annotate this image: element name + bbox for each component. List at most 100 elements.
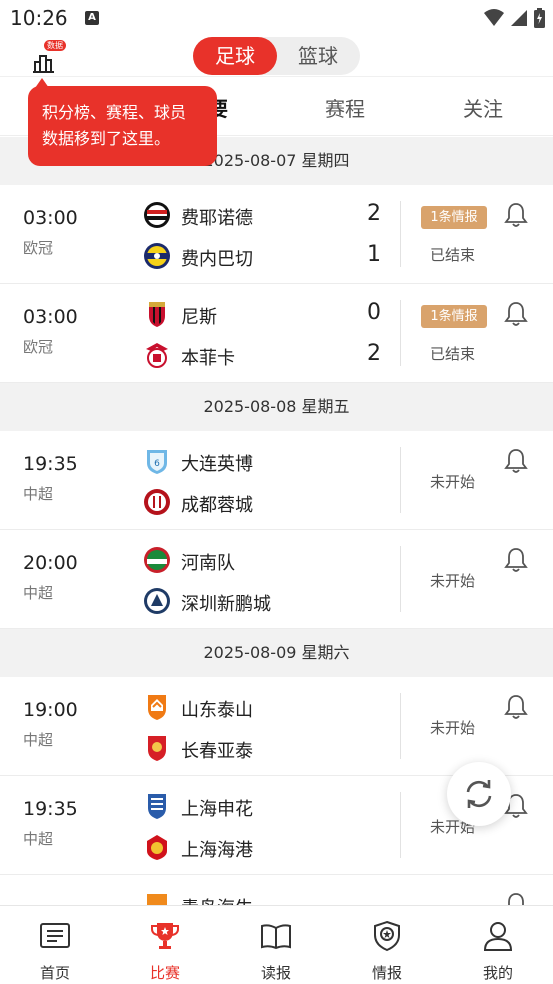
trophy-icon	[151, 923, 179, 949]
away-team: 成都蓉城	[143, 488, 393, 518]
home-team: 青岛海牛	[143, 891, 393, 905]
app-screen: 10:26 A 数据 足球 篮球 赛程 关注 积分榜、赛程、球员 数据移到了这里…	[0, 0, 553, 984]
qingdao-hainiu-logo-icon	[147, 894, 167, 905]
bottom-nav: 首页 比赛 读报 情报 我的	[0, 905, 553, 984]
match-league: 中超	[23, 830, 54, 848]
team-name: 本菲卡	[181, 348, 235, 369]
match-league: 欧冠	[23, 239, 54, 257]
match-league: 中超	[23, 584, 54, 602]
nav-matches[interactable]: 比赛	[110, 906, 220, 984]
team-name: 上海申花	[181, 799, 253, 820]
data-button[interactable]: 数据	[30, 40, 66, 73]
benfica-logo-icon	[146, 343, 168, 368]
divider	[400, 693, 401, 759]
team-name: 成都蓉城	[181, 495, 253, 516]
refresh-button[interactable]	[447, 762, 511, 826]
match-status: 未开始	[430, 473, 476, 491]
away-team: 本菲卡 2	[143, 341, 393, 371]
shenzhen-xinpengcheng-logo-icon	[144, 588, 170, 614]
nav-intel[interactable]: 情报	[332, 906, 442, 984]
tooltip-line-2: 数据移到了这里。	[42, 129, 171, 148]
sport-switch: 足球 篮球	[193, 37, 360, 75]
match-league: 中超	[23, 731, 54, 749]
notification-icon: A	[85, 11, 99, 25]
away-team: 上海海港	[143, 833, 393, 863]
match-time: 19:00	[23, 699, 78, 721]
shield-star-icon	[374, 920, 400, 952]
tab-following[interactable]: 关注	[463, 93, 503, 122]
team-score: 1	[367, 242, 381, 267]
bell-icon[interactable]	[503, 693, 529, 721]
nav-label: 我的	[482, 964, 513, 982]
match-status: 未开始	[430, 572, 476, 590]
home-team: 上海申花	[143, 792, 393, 822]
home-team: 尼斯 0	[143, 300, 393, 330]
shanghai-shenhua-logo-icon	[148, 794, 166, 819]
tab-schedule[interactable]: 赛程	[325, 93, 365, 122]
bell-icon[interactable]	[503, 447, 529, 475]
match-row[interactable]: 03:00 欧冠 费耶诺德 2 费内巴切 1 1条情报 已结束	[0, 185, 553, 284]
divider	[400, 546, 401, 612]
status-icons	[484, 8, 545, 28]
intel-badge[interactable]: 1条情报	[421, 206, 487, 229]
team-name: 上海海港	[181, 840, 253, 861]
data-moved-tooltip[interactable]: 积分榜、赛程、球员 数据移到了这里。	[28, 86, 217, 166]
match-time: 03:00	[23, 207, 78, 229]
status-time: 10:26	[10, 6, 68, 30]
nav-label: 情报	[371, 964, 402, 982]
match-status: 已结束	[430, 345, 476, 363]
team-name: 大连英博	[181, 454, 253, 475]
feyenoord-logo-icon	[144, 202, 170, 228]
team-name: 尼斯	[181, 307, 217, 328]
data-badge: 数据	[44, 40, 66, 51]
nice-logo-icon	[149, 302, 165, 327]
sport-tab-football[interactable]: 足球	[193, 37, 277, 75]
match-row[interactable]: 19:00 中超 山东泰山 长春亚泰 未开始	[0, 677, 553, 776]
bar-chart-icon	[33, 55, 54, 73]
team-name: 费内巴切	[181, 249, 253, 270]
match-status: 未开始	[430, 719, 476, 737]
nav-reading[interactable]: 读报	[221, 906, 331, 984]
team-score: 2	[367, 341, 381, 366]
nav-label: 比赛	[149, 964, 180, 982]
wifi-icon	[484, 9, 504, 26]
match-row[interactable]: 19:35 中超 6 大连英博 成都蓉城 未开始	[0, 431, 553, 530]
team-name: 河南队	[181, 553, 235, 574]
nav-home[interactable]: 首页	[0, 906, 110, 984]
sport-tab-basketball[interactable]: 篮球	[276, 37, 360, 75]
team-name: 青岛海牛	[181, 894, 253, 905]
team-score: 0	[367, 300, 381, 325]
refresh-icon	[466, 780, 492, 808]
nav-profile[interactable]: 我的	[443, 906, 553, 984]
team-score: 2	[367, 201, 381, 226]
away-team: 长春亚泰	[143, 734, 393, 764]
divider	[400, 447, 401, 513]
svg-text:6: 6	[154, 459, 160, 469]
match-row[interactable]: 03:00 欧冠 尼斯 0 本菲卡 2 1条情报 已结束	[0, 284, 553, 383]
signal-icon	[511, 10, 527, 26]
away-team: 深圳新鹏城	[143, 587, 393, 617]
team-name: 山东泰山	[181, 700, 253, 721]
henan-logo-icon	[144, 547, 170, 573]
news-icon	[40, 923, 70, 948]
chengdu-rongcheng-logo-icon	[144, 489, 170, 515]
bell-icon[interactable]	[503, 300, 529, 328]
nav-label: 读报	[260, 964, 291, 982]
match-row[interactable]: 青岛海牛	[0, 875, 553, 905]
home-team: 河南队	[143, 546, 393, 576]
date-header: 2025-08-09 星期六	[0, 629, 553, 677]
bell-icon[interactable]	[503, 891, 529, 905]
date-header: 2025-08-08 星期五	[0, 383, 553, 431]
nav-label: 首页	[39, 964, 70, 982]
bell-icon[interactable]	[503, 546, 529, 574]
match-row[interactable]: 20:00 中超 河南队 深圳新鹏城 未开始	[0, 530, 553, 629]
divider	[400, 792, 401, 858]
match-league: 中超	[23, 485, 54, 503]
status-bar: 10:26 A	[0, 0, 553, 36]
bell-icon[interactable]	[503, 201, 529, 229]
team-name: 费耶诺德	[181, 208, 253, 229]
battery-icon	[534, 8, 545, 28]
match-time: 19:35	[23, 453, 78, 475]
intel-badge[interactable]: 1条情报	[421, 305, 487, 328]
match-time: 19:35	[23, 798, 78, 820]
